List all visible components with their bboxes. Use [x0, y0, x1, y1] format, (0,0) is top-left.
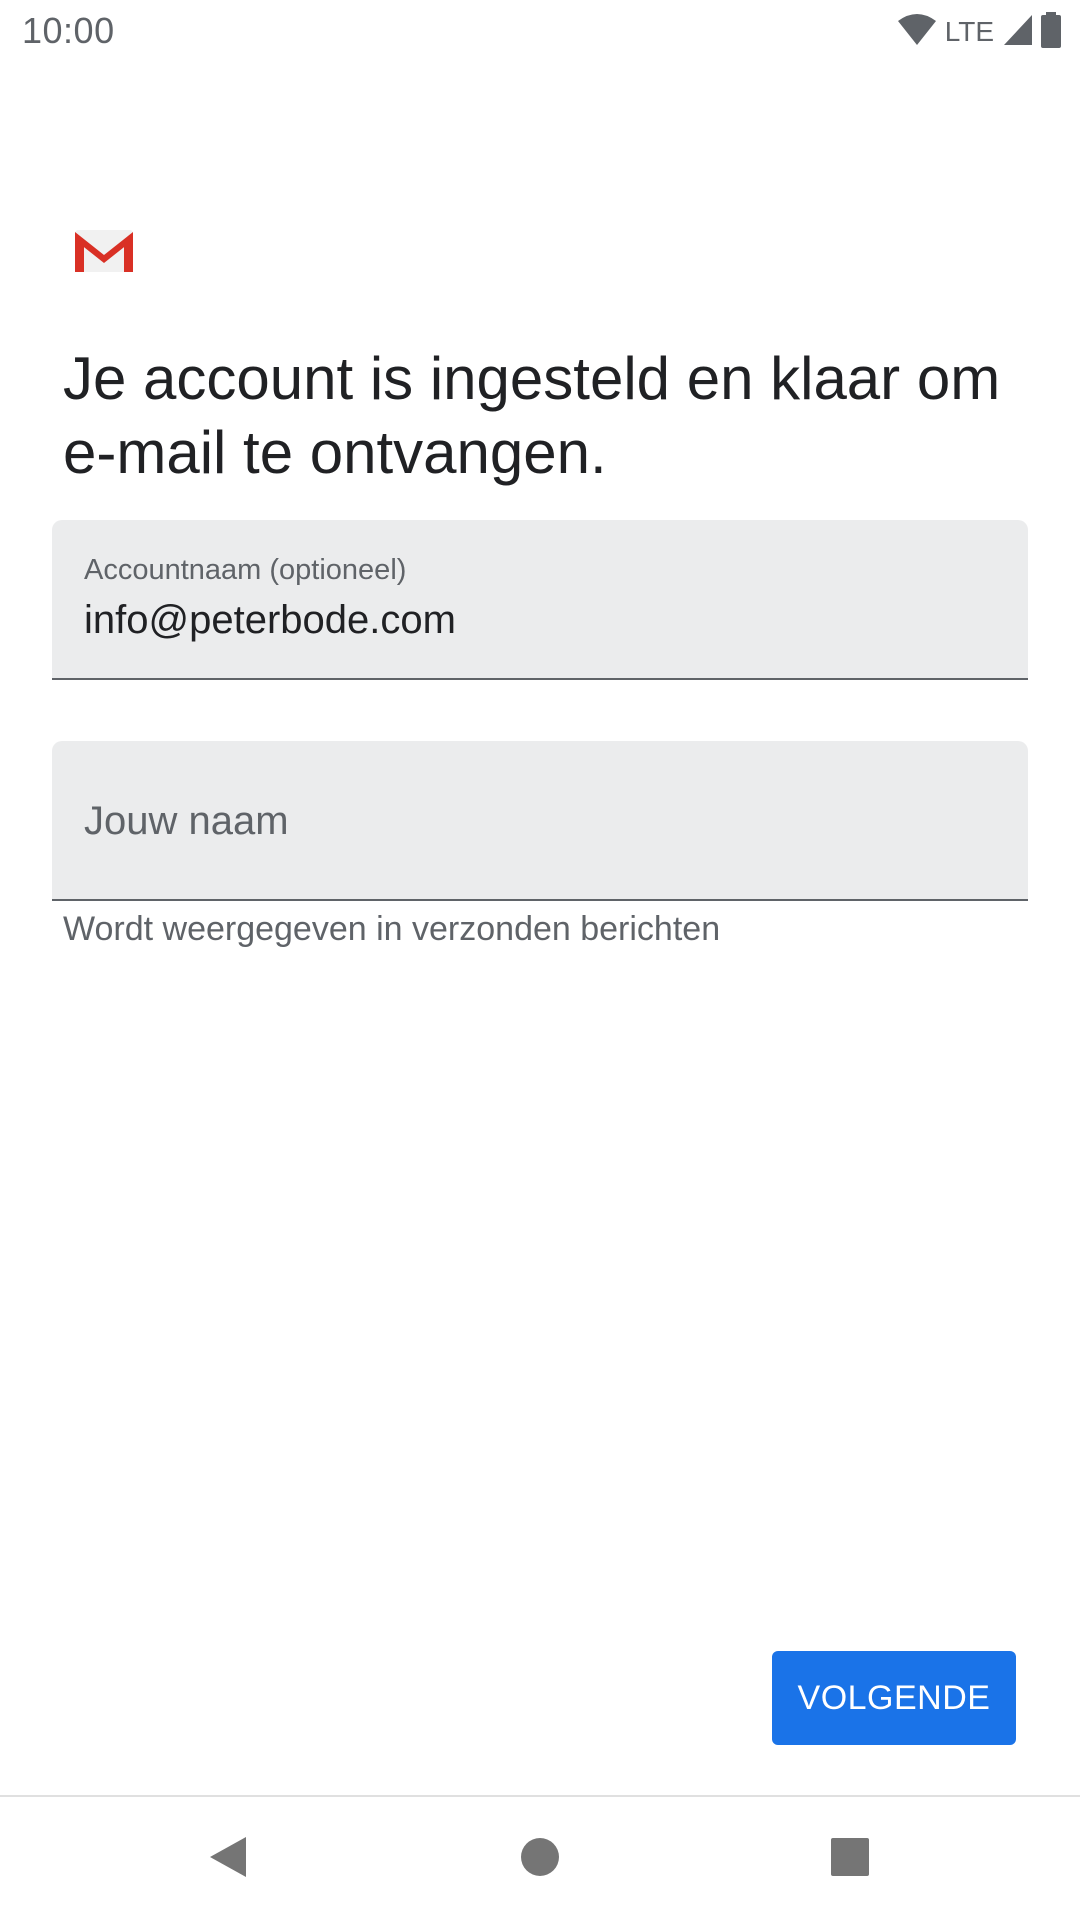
page-title: Je account is ingesteld en klaar om e-ma… [63, 345, 1001, 486]
your-name-placeholder[interactable]: Jouw naam [84, 799, 289, 844]
status-bar: 10:00 LTE [0, 0, 1080, 64]
account-name-value[interactable]: info@peterbode.com [84, 598, 456, 643]
wifi-icon [897, 13, 937, 52]
home-icon[interactable] [510, 1827, 570, 1887]
account-name-field[interactable]: Accountnaam (optioneel) info@peterbode.c… [52, 520, 1028, 680]
signal-icon [1002, 13, 1034, 52]
network-type: LTE [944, 16, 994, 47]
gmail-logo [74, 228, 134, 274]
your-name-field[interactable]: Jouw naam [52, 741, 1028, 901]
status-time: 10:00 [22, 10, 115, 51]
recents-icon[interactable] [820, 1827, 880, 1887]
account-name-label: Accountnaam (optioneel) [84, 554, 407, 586]
battery-icon [1040, 11, 1062, 53]
next-button[interactable]: VOLGENDE [772, 1651, 1016, 1745]
navigation-bar [0, 1797, 1080, 1920]
status-icons: LTE [897, 11, 1062, 53]
setup-screen: 10:00 LTE Je account is ingesteld en kla… [0, 0, 1080, 1920]
back-icon[interactable] [198, 1827, 258, 1887]
your-name-helper-text: Wordt weergegeven in verzonden berichten [63, 910, 721, 948]
